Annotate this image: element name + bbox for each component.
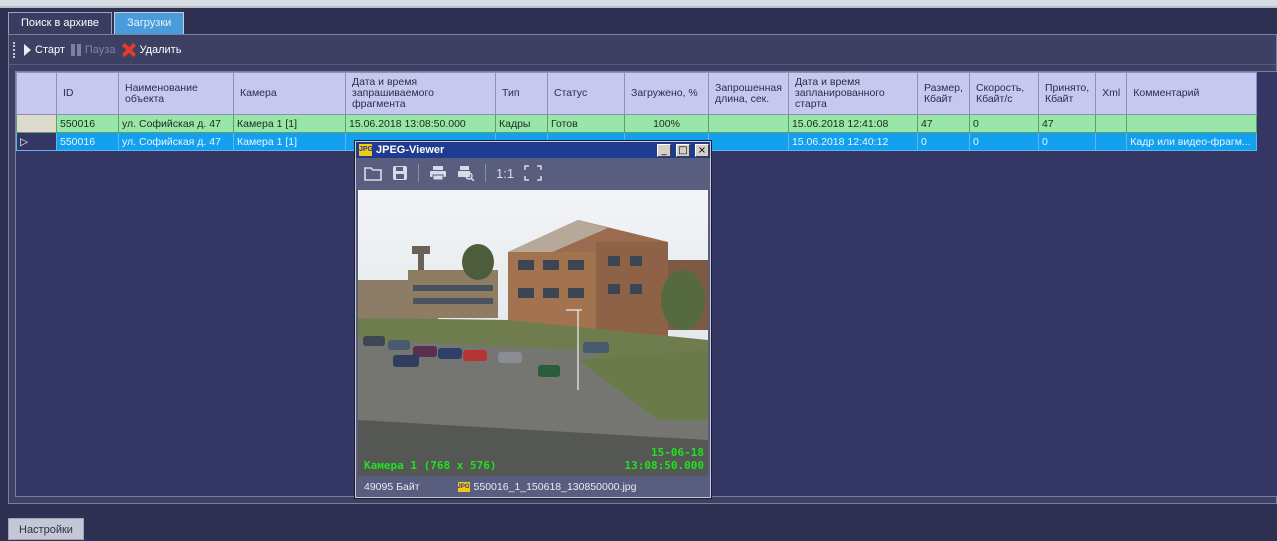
header-comment[interactable]: Комментарий [1126, 72, 1258, 115]
pause-icon [70, 43, 81, 56]
cell-camera: Камера 1 [1] [233, 114, 346, 133]
viewer-toolbar: 1:1 [356, 158, 710, 188]
cell-start-time: 15.06.2018 12:40:12 [787, 132, 918, 151]
toolbar: Старт Пауза Удалить [9, 35, 1276, 65]
maximize-button[interactable]: □ [676, 143, 690, 157]
header-object[interactable]: Наименование объекта [118, 72, 234, 115]
start-label: Старт [35, 43, 65, 56]
header-loaded[interactable]: Загружено, % [624, 72, 709, 115]
header-id[interactable]: ID [56, 72, 119, 115]
viewer-title: JPEG-Viewer [376, 144, 445, 156]
cell-speed: 0 [968, 132, 1039, 151]
cell-received: 47 [1037, 114, 1097, 133]
row-selector[interactable] [16, 114, 57, 133]
file-size: 49095 Байт [364, 480, 420, 493]
cell-comment [1126, 114, 1258, 133]
cell-start-time: 15.06.2018 12:41:08 [787, 114, 918, 133]
header-type[interactable]: Тип [495, 72, 548, 115]
cell-id: 550016 [56, 132, 119, 151]
header-fragment-time[interactable]: Дата и время запрашиваемого фрагмента [345, 72, 496, 115]
open-folder-icon[interactable] [364, 165, 382, 181]
row-selector[interactable]: ▷ [16, 132, 57, 151]
header-row: ID Наименование объекта Камера Дата и вр… [16, 72, 1258, 115]
zoom-1to1-button[interactable]: 1:1 [496, 166, 514, 181]
camera-frame-image: Камера 1 (768 x 576) 15-06-18 13:08:50.0… [358, 190, 708, 476]
pause-label: Пауза [84, 43, 116, 56]
delete-icon [121, 43, 135, 57]
start-button[interactable]: Старт [24, 43, 65, 56]
cell-size: 0 [916, 132, 970, 151]
cell-length [708, 114, 789, 133]
camera-scene [358, 190, 708, 476]
jpeg-viewer-window[interactable]: JPG JPEG-Viewer _ □ × 1:1 Камера 1 (768 … [355, 141, 711, 498]
header-speed[interactable]: Скорость, Кбайт/с [968, 72, 1039, 115]
cell-xml [1095, 114, 1128, 133]
print-icon[interactable] [429, 165, 447, 181]
header-xml[interactable]: Xml [1095, 72, 1128, 115]
delete-button[interactable]: Удалить [121, 43, 181, 57]
cell-camera: Камера 1 [1] [233, 132, 346, 151]
tab-settings[interactable]: Настройки [8, 518, 84, 540]
delete-label: Удалить [139, 43, 182, 56]
viewer-statusbar: 49095 Байт JPG 550016_1_150618_130850000… [356, 476, 710, 497]
header-length[interactable]: Запрошенная длина, сек. [708, 72, 789, 115]
toolbar-grip[interactable] [13, 41, 16, 58]
cell-loaded: 100% [624, 114, 709, 133]
toolbar-separator [418, 164, 419, 182]
timestamp-caption: 15-06-18 13:08:50.000 [625, 446, 704, 472]
pause-button[interactable]: Пауза [70, 43, 116, 56]
viewer-titlebar[interactable]: JPG JPEG-Viewer _ □ × [356, 142, 710, 158]
caption-time: 13:08:50.000 [624, 459, 704, 472]
jpg-logo-icon: JPG [359, 144, 373, 156]
downloads-table: ID Наименование объекта Камера Дата и вр… [16, 72, 1258, 151]
play-icon [24, 43, 31, 56]
file-name: 550016_1_150618_130850000.jpg [473, 480, 637, 493]
cell-status: Готов [547, 114, 625, 133]
header-size[interactable]: Размер, Кбайт [916, 72, 970, 115]
cell-received: 0 [1037, 132, 1097, 151]
cell-object: ул. Софийская д. 47 [118, 132, 234, 151]
camera-caption: Камера 1 (768 x 576) [364, 459, 497, 472]
header-selector[interactable] [16, 72, 57, 115]
cell-xml [1095, 132, 1128, 151]
header-start-time[interactable]: Дата и время запланированного старта [787, 72, 918, 115]
cell-speed: 0 [968, 114, 1039, 133]
cell-size: 47 [916, 114, 970, 133]
caption-date: 15-06-18 [651, 446, 704, 459]
cell-object: ул. Софийская д. 47 [118, 114, 234, 133]
fullscreen-icon[interactable] [524, 165, 542, 181]
tab-bar: Поиск в архиве Загрузки [8, 12, 186, 35]
cell-length [708, 132, 789, 151]
cell-comment: Кадр или видео-фрагм... [1126, 132, 1258, 151]
tab-downloads[interactable]: Загрузки [114, 12, 185, 35]
table-row[interactable]: 550016 ул. Софийская д. 47 Камера 1 [1] … [16, 114, 1258, 133]
print-preview-icon[interactable] [457, 165, 475, 181]
tab-archive-search[interactable]: Поиск в архиве [8, 12, 113, 34]
toolbar-separator [485, 164, 486, 182]
top-border [0, 0, 1277, 8]
cell-id: 550016 [56, 114, 119, 133]
save-icon[interactable] [392, 165, 408, 181]
close-button[interactable]: × [695, 143, 709, 157]
jpg-file-icon: JPG [457, 481, 470, 492]
cell-type: Кадры [495, 114, 548, 133]
current-row-icon: ▷ [20, 135, 29, 148]
header-status[interactable]: Статус [547, 72, 625, 115]
header-received[interactable]: Принято, Кбайт [1037, 72, 1097, 115]
cell-fragment-time: 15.06.2018 13:08:50.000 [345, 114, 496, 133]
header-camera[interactable]: Камера [233, 72, 346, 115]
minimize-button[interactable]: _ [657, 143, 671, 157]
